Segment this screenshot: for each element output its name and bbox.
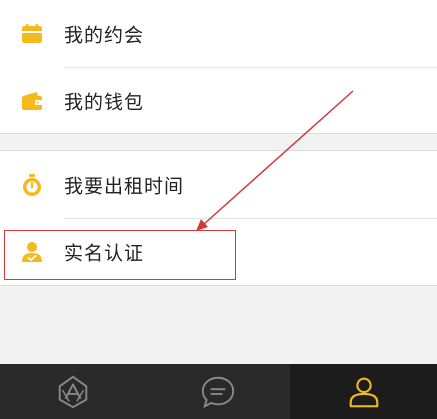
verified-user-icon [22, 241, 42, 262]
tab-profile[interactable] [290, 364, 437, 419]
group-divider [0, 133, 437, 134]
menu-item-label: 我的钱包 [64, 91, 145, 113]
home-logo-icon [58, 375, 87, 408]
group-divider [0, 285, 437, 286]
stopwatch-icon [23, 173, 41, 196]
menu-item-my-wallet[interactable]: 我的钱包 [0, 67, 437, 134]
wallet-icon [22, 91, 42, 110]
tab-home[interactable] [0, 364, 145, 419]
profile-icon [349, 377, 378, 407]
bottom-tab-bar [0, 364, 437, 419]
menu-item-label: 我要出租时间 [64, 175, 185, 197]
menu-item-my-appointments[interactable]: 我的约会 [0, 0, 437, 67]
menu-item-rent-time[interactable]: 我要出租时间 [0, 151, 437, 218]
profile-menu-screen: 我的约会 我的钱包 我要出租时间 实名认证 [0, 0, 437, 419]
menu-item-label: 我的约会 [64, 24, 145, 46]
chat-bubble-icon [201, 376, 234, 408]
menu-group-primary: 我的约会 我的钱包 [0, 0, 437, 134]
menu-item-real-name-verification[interactable]: 实名认证 [0, 218, 437, 285]
tab-messages[interactable] [145, 364, 290, 419]
calendar-icon [22, 23, 42, 43]
menu-item-label: 实名认证 [64, 242, 145, 264]
menu-group-secondary: 我要出租时间 实名认证 [0, 150, 437, 286]
